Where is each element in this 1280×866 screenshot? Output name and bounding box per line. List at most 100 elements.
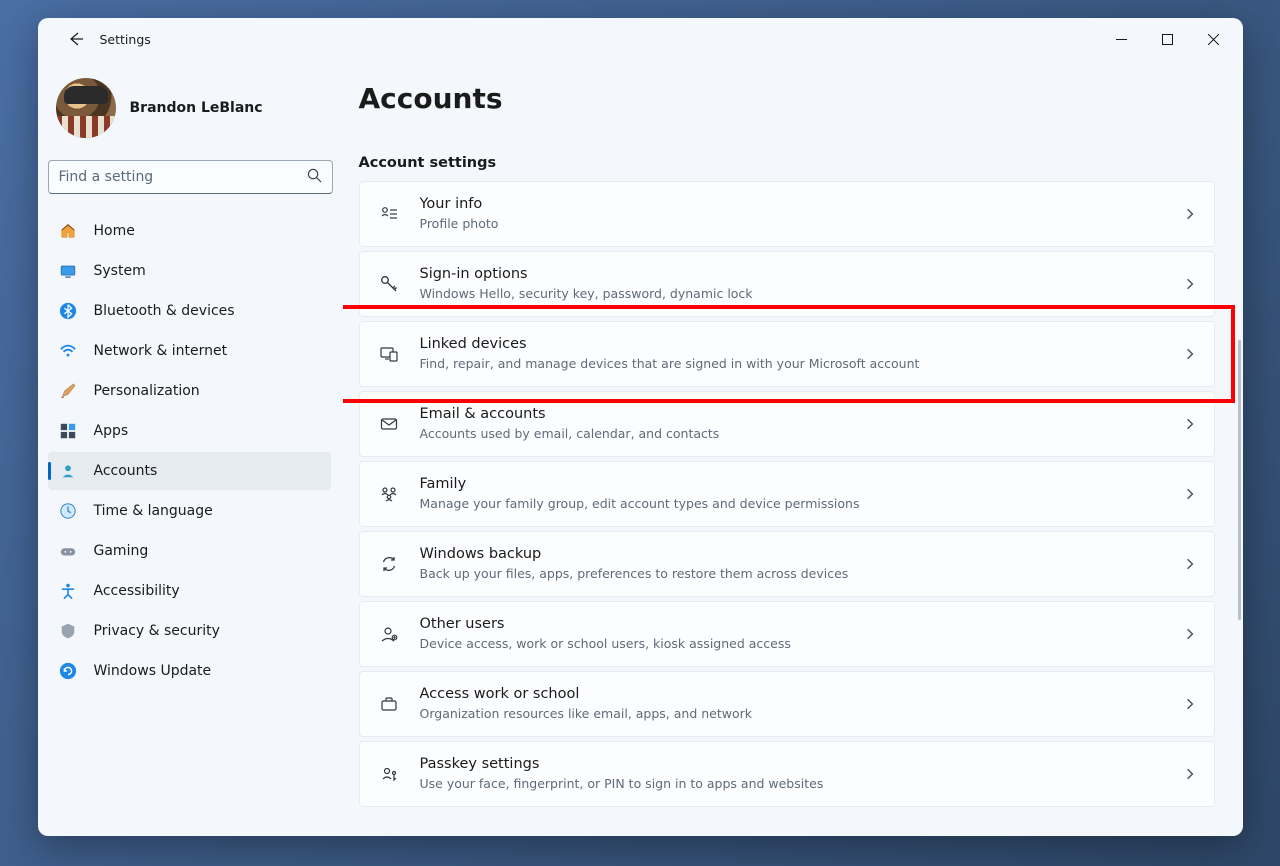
search-box[interactable] bbox=[48, 160, 333, 194]
sidebar-item-label: Accounts bbox=[94, 463, 158, 479]
profile-block[interactable]: Brandon LeBlanc bbox=[48, 60, 333, 160]
home-icon bbox=[58, 221, 78, 241]
sidebar-item-label: System bbox=[94, 263, 146, 279]
chevron-right-icon bbox=[1184, 415, 1196, 434]
sidebar-item-gaming[interactable]: Gaming bbox=[48, 532, 331, 570]
page-title: Accounts bbox=[359, 82, 1215, 115]
maximize-button[interactable] bbox=[1145, 23, 1191, 55]
sidebar-item-label: Time & language bbox=[94, 503, 213, 519]
chevron-right-icon bbox=[1184, 555, 1196, 574]
card-desc: Use your face, fingerprint, or PIN to si… bbox=[420, 776, 1164, 793]
titlebar: Settings bbox=[38, 18, 1243, 60]
user-plus-icon bbox=[378, 624, 400, 644]
sidebar-item-accounts[interactable]: Accounts bbox=[48, 452, 331, 490]
nav-list: Home System Bluetooth & devices bbox=[48, 212, 333, 690]
minimize-button[interactable] bbox=[1099, 23, 1145, 55]
back-button[interactable] bbox=[56, 19, 96, 59]
scrollbar[interactable] bbox=[1236, 220, 1241, 826]
sidebar-item-accessibility[interactable]: Accessibility bbox=[48, 572, 331, 610]
family-icon bbox=[378, 484, 400, 504]
apps-icon bbox=[58, 421, 78, 441]
clock-globe-icon bbox=[58, 501, 78, 521]
gamepad-icon bbox=[58, 541, 78, 561]
sidebar-item-label: Gaming bbox=[94, 543, 149, 559]
card-title: Sign-in options bbox=[420, 265, 1164, 285]
chevron-right-icon bbox=[1184, 625, 1196, 644]
system-icon bbox=[58, 261, 78, 281]
sidebar-item-label: Windows Update bbox=[94, 663, 212, 679]
sidebar-item-label: Personalization bbox=[94, 383, 200, 399]
brush-icon bbox=[58, 381, 78, 401]
card-desc: Profile photo bbox=[420, 216, 1164, 233]
section-label: Account settings bbox=[359, 155, 1215, 171]
avatar bbox=[56, 78, 116, 138]
card-desc: Find, repair, and manage devices that ar… bbox=[420, 356, 1164, 373]
settings-cards: Your info Profile photo Sign-in options … bbox=[359, 181, 1215, 807]
card-desc: Device access, work or school users, kio… bbox=[420, 636, 1164, 653]
card-windows-backup[interactable]: Windows backup Back up your files, apps,… bbox=[359, 531, 1215, 597]
mail-icon bbox=[378, 414, 400, 434]
card-your-info[interactable]: Your info Profile photo bbox=[359, 181, 1215, 247]
close-icon bbox=[1208, 34, 1219, 45]
update-icon bbox=[58, 661, 78, 681]
sidebar-item-time[interactable]: Time & language bbox=[48, 492, 331, 530]
card-title: Access work or school bbox=[420, 685, 1164, 705]
window-title: Settings bbox=[100, 32, 151, 47]
sidebar-item-label: Bluetooth & devices bbox=[94, 303, 235, 319]
chevron-right-icon bbox=[1184, 765, 1196, 784]
card-work-school[interactable]: Access work or school Organization resou… bbox=[359, 671, 1215, 737]
card-linked-devices[interactable]: Linked devices Find, repair, and manage … bbox=[359, 321, 1215, 387]
card-title: Passkey settings bbox=[420, 755, 1164, 775]
briefcase-icon bbox=[378, 694, 400, 714]
arrow-left-icon bbox=[68, 31, 84, 47]
maximize-icon bbox=[1162, 34, 1173, 45]
main-content: Accounts Account settings Your info Prof… bbox=[343, 60, 1243, 836]
bluetooth-icon bbox=[58, 301, 78, 321]
person-icon bbox=[58, 461, 78, 481]
card-title: Family bbox=[420, 475, 1164, 495]
card-desc: Windows Hello, security key, password, d… bbox=[420, 286, 1164, 303]
sidebar-item-apps[interactable]: Apps bbox=[48, 412, 331, 450]
search-icon bbox=[307, 168, 322, 187]
devices-icon bbox=[378, 344, 400, 364]
card-desc: Organization resources like email, apps,… bbox=[420, 706, 1164, 723]
card-desc: Back up your files, apps, preferences to… bbox=[420, 566, 1164, 583]
minimize-icon bbox=[1116, 34, 1127, 45]
sidebar-item-system[interactable]: System bbox=[48, 252, 331, 290]
sync-icon bbox=[378, 554, 400, 574]
card-other-users[interactable]: Other users Device access, work or schoo… bbox=[359, 601, 1215, 667]
chevron-right-icon bbox=[1184, 695, 1196, 714]
search-input[interactable] bbox=[59, 169, 307, 185]
sidebar-item-label: Privacy & security bbox=[94, 623, 220, 639]
scrollbar-thumb[interactable] bbox=[1238, 340, 1241, 620]
sidebar-item-label: Apps bbox=[94, 423, 129, 439]
sidebar-item-network[interactable]: Network & internet bbox=[48, 332, 331, 370]
key-icon bbox=[378, 274, 400, 294]
chevron-right-icon bbox=[1184, 485, 1196, 504]
card-family[interactable]: Family Manage your family group, edit ac… bbox=[359, 461, 1215, 527]
card-email-accounts[interactable]: Email & accounts Accounts used by email,… bbox=[359, 391, 1215, 457]
your-info-icon bbox=[378, 204, 400, 224]
card-title: Linked devices bbox=[420, 335, 1164, 355]
sidebar-item-update[interactable]: Windows Update bbox=[48, 652, 331, 690]
card-title: Windows backup bbox=[420, 545, 1164, 565]
chevron-right-icon bbox=[1184, 205, 1196, 224]
sidebar-item-label: Accessibility bbox=[94, 583, 180, 599]
card-title: Email & accounts bbox=[420, 405, 1164, 425]
sidebar-item-privacy[interactable]: Privacy & security bbox=[48, 612, 331, 650]
close-button[interactable] bbox=[1191, 23, 1237, 55]
sidebar-item-bluetooth[interactable]: Bluetooth & devices bbox=[48, 292, 331, 330]
card-desc: Manage your family group, edit account t… bbox=[420, 496, 1164, 513]
wifi-icon bbox=[58, 341, 78, 361]
sidebar-item-label: Network & internet bbox=[94, 343, 228, 359]
passkey-icon bbox=[378, 764, 400, 784]
sidebar-item-label: Home bbox=[94, 223, 135, 239]
card-passkey[interactable]: Passkey settings Use your face, fingerpr… bbox=[359, 741, 1215, 807]
sidebar-item-personalization[interactable]: Personalization bbox=[48, 372, 331, 410]
profile-name: Brandon LeBlanc bbox=[130, 100, 263, 116]
card-signin-options[interactable]: Sign-in options Windows Hello, security … bbox=[359, 251, 1215, 317]
chevron-right-icon bbox=[1184, 345, 1196, 364]
chevron-right-icon bbox=[1184, 275, 1196, 294]
sidebar-item-home[interactable]: Home bbox=[48, 212, 331, 250]
card-desc: Accounts used by email, calendar, and co… bbox=[420, 426, 1164, 443]
